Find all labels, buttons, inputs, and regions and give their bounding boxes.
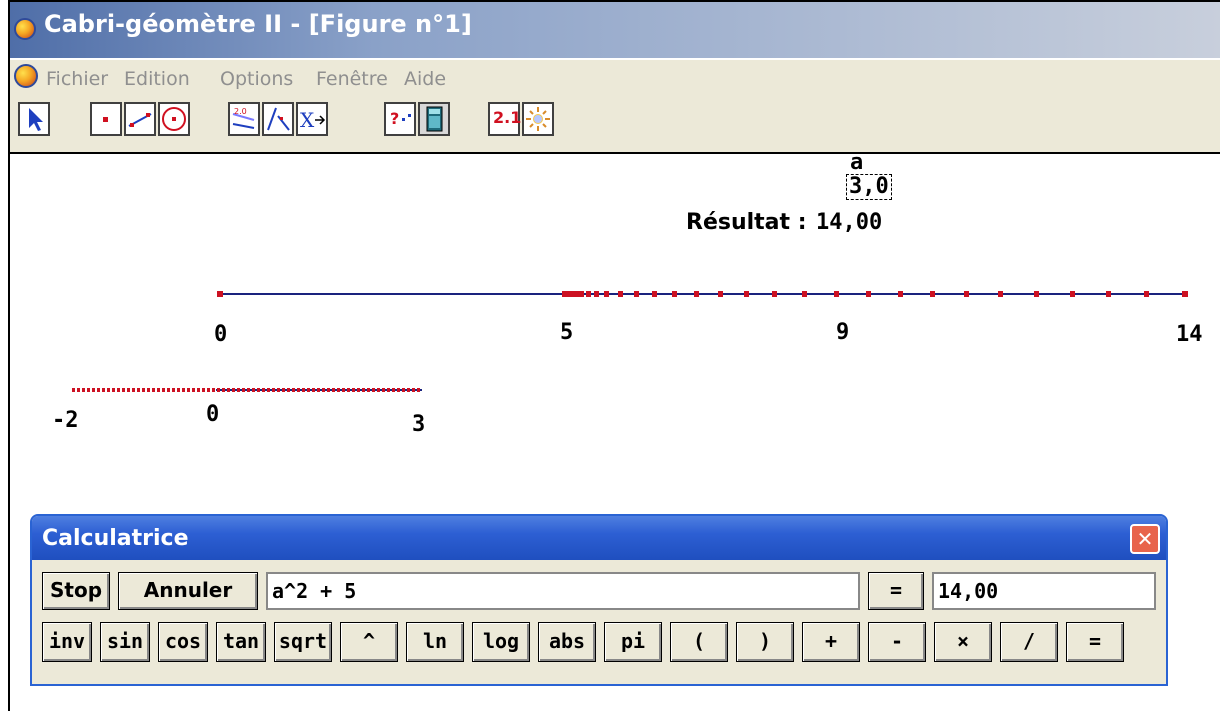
svg-text:?: ? (390, 109, 399, 128)
key-plus[interactable]: + (802, 622, 860, 662)
calculator-title: Calculatrice (42, 526, 189, 551)
macro-tool-button[interactable]: X (296, 102, 328, 136)
stop-button[interactable]: Stop (42, 572, 110, 610)
line-icon (128, 113, 152, 127)
macro-icon: X (300, 108, 326, 132)
key-minus[interactable]: - (868, 622, 926, 662)
application-window: Cabri-géomètre II - [Figure n°1] Fichier… (8, 0, 1220, 711)
key-equals[interactable]: = (1066, 622, 1124, 662)
measure-icon: 2.1 (493, 108, 522, 127)
pointer-tool-button[interactable] (18, 102, 50, 136)
point-tool-button[interactable] (90, 102, 122, 136)
check-property-tool-button[interactable]: ? (384, 102, 416, 136)
circle-icon (162, 107, 186, 131)
menu-edition[interactable]: Edition (124, 68, 190, 90)
cancel-button[interactable]: Annuler (118, 572, 258, 610)
menu-fenetre[interactable]: Fenêtre (316, 68, 388, 90)
key-sqrt[interactable]: sqrt (274, 622, 332, 662)
key-abs[interactable]: abs (538, 622, 596, 662)
calculator-window: Calculatrice ✕ Stop Annuler a^2 + 5 = 14… (30, 514, 1168, 686)
display-icon (526, 107, 550, 131)
expression-input[interactable]: a^2 + 5 (266, 572, 860, 610)
measure-tool-button[interactable]: 2.1 (488, 102, 522, 136)
key-cos[interactable]: cos (158, 622, 208, 662)
axis1-label-14: 14 (1176, 322, 1203, 347)
axis1-label-0: 0 (214, 322, 228, 347)
close-icon: ✕ (1136, 527, 1154, 551)
transform-tool-button[interactable] (262, 102, 294, 136)
construct-tool-button[interactable]: 2.0 (228, 102, 260, 136)
key-log[interactable]: log (472, 622, 530, 662)
calculator-tool-button[interactable] (418, 102, 450, 136)
key-divide[interactable]: / (1000, 622, 1058, 662)
circle-tool-button[interactable] (158, 102, 190, 136)
key-power[interactable]: ^ (340, 622, 398, 662)
cabri-app-icon[interactable] (14, 18, 36, 40)
point-at-0 (217, 291, 223, 297)
menu-options[interactable]: Options (220, 68, 293, 90)
axis2-label-3: 3 (412, 412, 426, 437)
axis2-label-minus2: -2 (52, 408, 79, 433)
calculator-title-bar[interactable]: Calculatrice ✕ (32, 516, 1166, 560)
key-ln[interactable]: ln (406, 622, 464, 662)
window-title: Cabri-géomètre II - [Figure n°1] (44, 10, 472, 38)
key-open-paren[interactable]: ( (670, 622, 728, 662)
construct-icon: 2.0 (232, 107, 255, 129)
title-bar: Cabri-géomètre II - [Figure n°1] (10, 2, 1220, 58)
menu-aide[interactable]: Aide (404, 68, 446, 90)
key-tan[interactable]: tan (216, 622, 266, 662)
key-inv[interactable]: inv (42, 622, 92, 662)
key-close-paren[interactable]: ) (736, 622, 794, 662)
key-pi[interactable]: pi (604, 622, 662, 662)
line-tool-button[interactable] (124, 102, 156, 136)
svg-text:X: X (300, 108, 315, 132)
evaluate-button[interactable]: = (868, 572, 924, 610)
transform-icon (267, 107, 290, 131)
result-field[interactable]: 14,00 (932, 572, 1156, 610)
svg-text:2.0: 2.0 (234, 107, 247, 116)
document-icon[interactable] (14, 64, 38, 88)
calculator-icon (426, 106, 443, 132)
menu-bar: Fichier Edition Options Fenêtre Aide (10, 60, 1220, 96)
check-property-icon: ? (390, 109, 411, 128)
pointer-arrow-icon (29, 108, 43, 131)
key-multiply[interactable]: × (934, 622, 992, 662)
point-at-14 (1182, 291, 1188, 297)
display-tool-button[interactable] (522, 102, 554, 136)
key-sin[interactable]: sin (100, 622, 150, 662)
axis1-label-9: 9 (836, 320, 850, 345)
axis1-label-5: 5 (560, 320, 574, 345)
menu-fichier[interactable]: Fichier (46, 68, 108, 90)
point-icon (103, 117, 108, 122)
point-cluster-at-5 (562, 291, 584, 297)
toolbar: 2.0 X ? 2.1 (10, 96, 1220, 154)
axis2-label-0: 0 (206, 402, 220, 427)
close-button[interactable]: ✕ (1130, 524, 1160, 554)
